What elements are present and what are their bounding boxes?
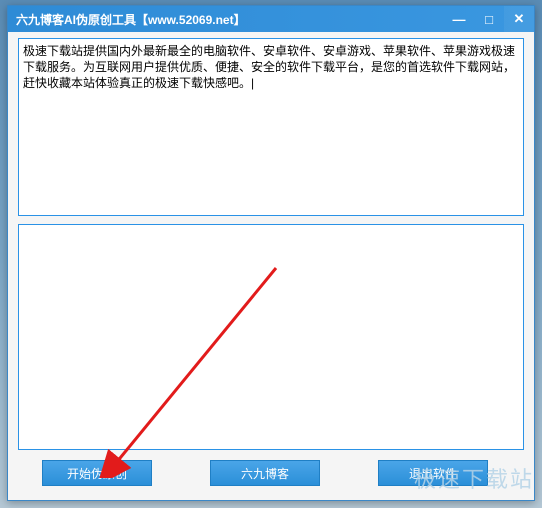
blog-button[interactable]: 六九博客 [210, 460, 320, 486]
start-button[interactable]: 开始伪原创 [42, 460, 152, 486]
minimize-button[interactable]: — [444, 6, 474, 32]
content-area: 开始伪原创 六九博客 退出软件 [8, 32, 534, 500]
titlebar: 六九博客AI伪原创工具【www.52069.net】 — □ ✕ [8, 6, 534, 32]
output-textarea[interactable] [18, 224, 524, 450]
exit-button[interactable]: 退出软件 [378, 460, 488, 486]
window-title: 六九博客AI伪原创工具【www.52069.net】 [16, 11, 444, 28]
maximize-button[interactable]: □ [474, 6, 504, 32]
input-textarea[interactable] [18, 38, 524, 216]
close-button[interactable]: ✕ [504, 6, 534, 32]
app-window: 六九博客AI伪原创工具【www.52069.net】 — □ ✕ 开始伪原创 六… [7, 5, 535, 501]
window-controls: — □ ✕ [444, 6, 534, 32]
button-row: 开始伪原创 六九博客 退出软件 [18, 458, 524, 486]
